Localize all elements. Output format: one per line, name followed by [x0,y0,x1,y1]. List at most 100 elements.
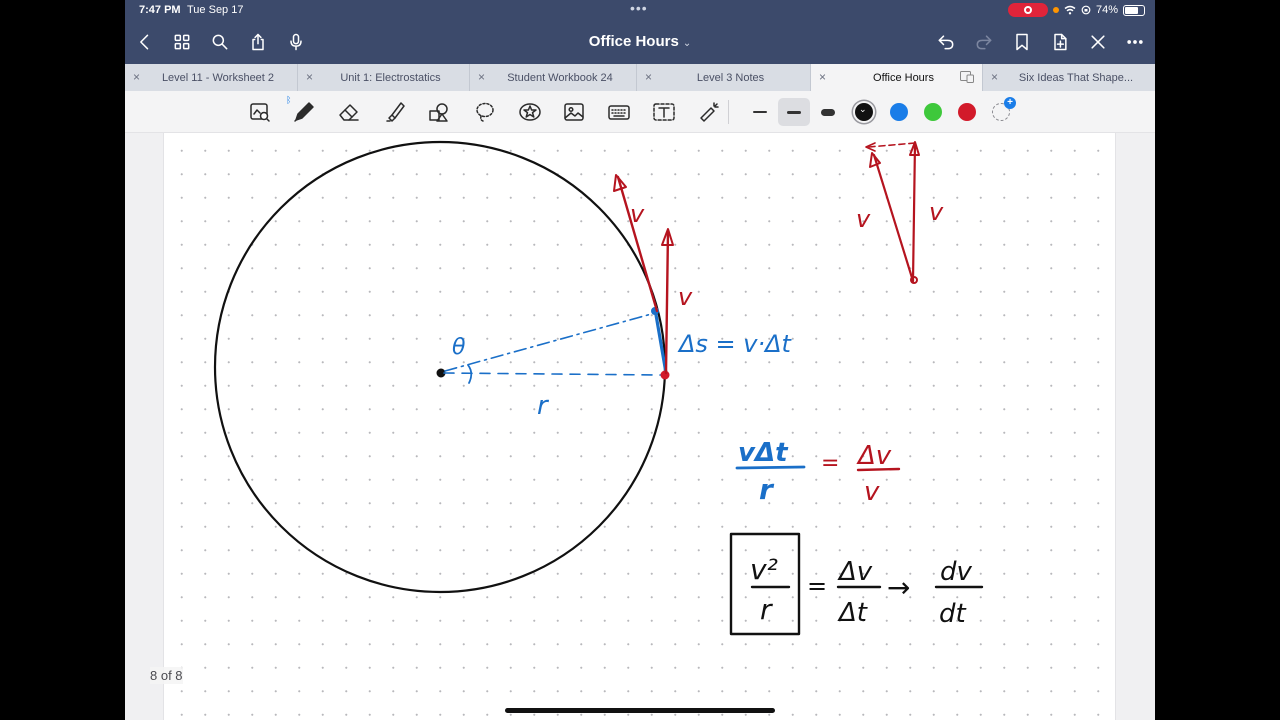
elements-tool[interactable] [516,99,544,125]
tab-six-ideas[interactable]: × Six Ideas That Shape... [983,64,1155,91]
undo-icon [938,35,954,50]
mic-in-use-icon [1052,7,1059,13]
label-v-triangle-left: v [856,205,871,233]
limit-arrow: → [887,571,910,604]
tab-office-hours[interactable]: × Office Hours [811,64,983,91]
equals-sign-1: = [821,451,839,476]
microphone-icon [290,33,302,51]
redo-icon [976,35,992,50]
home-indicator[interactable] [505,708,775,713]
grid-icon [174,34,190,50]
redo-button[interactable] [972,30,996,54]
tab-close-icon[interactable]: × [819,70,826,84]
frac1-denominator: r [759,473,775,506]
highlighter-tool[interactable] [381,99,409,125]
tab-label: Level 3 Notes [696,71,765,84]
toolbar-divider [728,100,729,124]
tab-level-11-worksheet-2[interactable]: × Level 11 - Worksheet 2 [125,64,298,91]
document-title[interactable]: Office Hours [589,33,679,50]
thickness-thick[interactable] [812,98,844,126]
radius-line-rotated [444,312,656,372]
tab-close-icon[interactable]: × [991,70,998,84]
split-view-icon[interactable] [960,71,974,83]
document-title-area: Office Hours ⌄ [125,33,1155,50]
thickness-thin[interactable] [744,98,776,126]
frac4-numerator: dv [940,557,973,587]
undo-button[interactable] [934,30,958,54]
add-page-button[interactable] [1048,30,1072,54]
pencil-off-icon [1091,35,1105,49]
color-swatch-blue[interactable] [890,103,908,121]
orientation-lock-icon [1081,5,1091,15]
multitasking-dots[interactable]: ••• [630,0,648,16]
circular-path [213,140,667,594]
tab-unit-1-electrostatics[interactable]: × Unit 1: Electrostatics [298,64,470,91]
tab-close-icon[interactable]: × [645,70,652,84]
text-tool[interactable] [650,99,678,125]
bookmark-button[interactable] [1010,30,1034,54]
delta-v-vector [868,142,916,148]
thickness-medium[interactable] [778,98,810,126]
chevron-down-icon[interactable]: ⌄ [683,38,691,49]
tab-bar: × Level 11 - Worksheet 2 × Unit 1: Elect… [125,64,1155,91]
shapes-tool[interactable] [425,99,453,125]
eraser-tool[interactable] [335,99,363,125]
velocity-vector-lower [664,229,670,375]
ipad-screen: 7:47 PM Tue Sep 17 ••• 74% Office Hours ⌄ [125,0,1155,720]
tab-close-icon[interactable]: × [133,70,140,84]
zoom-window-icon [250,103,270,122]
tab-label: Level 11 - Worksheet 2 [161,71,275,84]
image-icon [564,103,584,121]
frac2-numerator: Δv [856,441,892,471]
lasso-tool[interactable] [471,99,499,125]
tab-level-3-notes[interactable]: × Level 3 Notes [637,64,811,91]
chevron-left-icon [140,34,149,50]
screen-recording-icon[interactable] [1007,3,1048,17]
frac2-denominator: v [864,477,880,507]
battery-icon [1123,4,1145,16]
label-radius: r [537,391,550,421]
close-toolbar-button[interactable] [1086,30,1110,54]
back-button[interactable] [133,30,157,54]
label-delta-s-equation: Δs = v·Δt [677,330,793,358]
thumbnails-button[interactable] [170,30,194,54]
tab-student-workbook-24[interactable]: × Student Workbook 24 [470,64,637,91]
status-date: Tue Sep 17 [187,4,244,16]
pen-icon [294,102,314,122]
tab-close-icon[interactable]: × [478,70,485,84]
add-color-button[interactable]: + [992,97,1016,121]
label-v-triangle-right: v [929,198,944,226]
ellipsis-icon [1127,40,1143,44]
highlighter-icon [386,102,405,122]
color-swatch-black[interactable]: ⌄ [855,103,873,121]
search-button[interactable] [208,30,232,54]
frac3-numerator: Δv [837,557,873,587]
medium-line-icon [787,110,801,114]
tab-label: Unit 1: Electrostatics [340,71,441,84]
top-bar: 7:47 PM Tue Sep 17 ••• 74% Office Hours ⌄ [125,0,1155,64]
color-swatch-red[interactable] [958,103,976,121]
share-button[interactable] [246,30,270,54]
thin-line-icon [753,111,767,113]
vector-triangle-v2 [911,141,917,283]
microphone-button[interactable] [284,30,308,54]
frac3-denominator: Δt [837,598,868,628]
lasso-zoom-tool[interactable] [246,99,274,125]
wifi-icon [1064,5,1076,15]
more-button[interactable] [1123,30,1147,54]
pen-tool[interactable]: ᛒ [286,95,318,125]
box-numerator: v² [750,553,778,586]
label-theta: θ [452,335,466,360]
color-swatch-green[interactable] [924,103,942,121]
share-icon [252,33,264,51]
tab-label: Six Ideas That Shape... [1018,71,1134,84]
keyboard-tool[interactable] [605,99,633,125]
laser-pointer-tool[interactable] [695,99,723,125]
image-tool[interactable] [560,99,588,125]
eraser-icon [339,104,359,121]
tab-close-icon[interactable]: × [306,70,313,84]
box-denominator: r [760,593,773,626]
search-icon [212,34,228,50]
velocity-vector-upper [616,175,659,313]
status-time: 7:47 PM [139,4,181,16]
